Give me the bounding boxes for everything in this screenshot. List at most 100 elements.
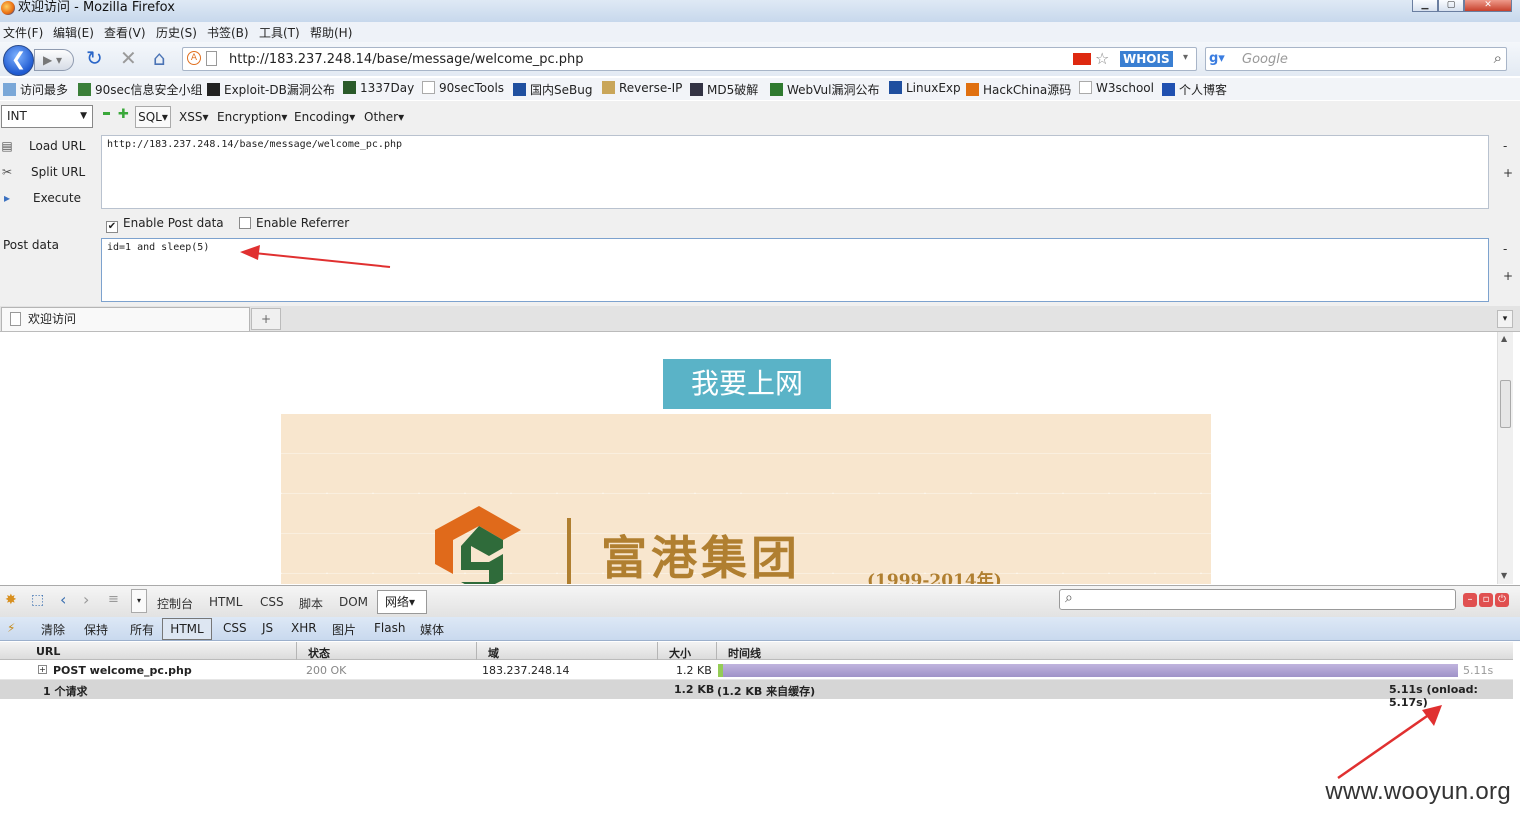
logo-divider xyxy=(567,518,571,584)
go-online-button[interactable]: 我要上网 xyxy=(663,359,831,409)
firebug-icon[interactable]: ✸ xyxy=(5,592,17,608)
forward-button[interactable]: ▶ ▾ xyxy=(34,49,74,71)
bookmark-linuxexp[interactable]: LinuxExp xyxy=(889,81,961,95)
encoding-menu[interactable]: Encoding▾ xyxy=(294,110,355,124)
list-icon[interactable]: ≡ xyxy=(108,592,119,607)
company-banner: 富港集团 (1999-2014年) xyxy=(281,414,1211,584)
tab-list-button[interactable]: ▾ xyxy=(1497,310,1513,328)
bookmark-blog[interactable]: 个人博客 xyxy=(1162,81,1227,98)
filter-css[interactable]: CSS xyxy=(223,621,247,635)
tab-css[interactable]: CSS xyxy=(260,595,284,609)
bookmark-most-visited[interactable]: 访问最多 xyxy=(3,81,68,98)
nav-back-icon[interactable]: ‹ xyxy=(60,590,66,609)
firebug-search-input[interactable]: ⌕ xyxy=(1059,589,1456,610)
tab-welcome[interactable]: 欢迎访问 xyxy=(1,307,250,331)
filter-flash[interactable]: Flash xyxy=(374,621,405,635)
annotation-arrow xyxy=(240,245,391,268)
scroll-down-icon[interactable]: ▼ xyxy=(1501,571,1507,580)
col-domain[interactable]: 域 xyxy=(488,645,499,661)
col-timeline[interactable]: 时间线 xyxy=(728,645,761,661)
menu-help[interactable]: 帮助(H) xyxy=(310,24,352,41)
scroll-up-icon[interactable]: ▲ xyxy=(1501,334,1507,343)
menu-file[interactable]: 文件(F) xyxy=(3,24,43,41)
addon-icon: A xyxy=(187,51,201,65)
load-url-button[interactable]: ▤ Load URL xyxy=(0,139,85,153)
filter-html[interactable]: HTML xyxy=(162,618,212,640)
bookmark-w3school[interactable]: W3school xyxy=(1079,81,1154,95)
firebug-minimize-button[interactable]: – xyxy=(1463,593,1477,607)
title-bar: 欢迎访问 - Mozilla Firefox ▁ ▢ ✕ xyxy=(0,0,1520,22)
xss-menu[interactable]: XSS▾ xyxy=(179,110,208,124)
filter-xhr[interactable]: XHR xyxy=(291,621,317,635)
tab-script[interactable]: 脚本 xyxy=(299,595,323,612)
col-url[interactable]: URL xyxy=(36,645,60,658)
filter-media[interactable]: 媒体 xyxy=(420,621,444,638)
tab-dom[interactable]: DOM xyxy=(339,595,368,609)
encryption-menu[interactable]: Encryption▾ xyxy=(217,110,287,124)
panel-menu-button[interactable]: ▾ xyxy=(131,589,147,613)
close-button[interactable]: ✕ xyxy=(1464,0,1512,12)
bookmark-reverse-ip[interactable]: Reverse-IP xyxy=(602,81,682,95)
menu-edit[interactable]: 编辑(E) xyxy=(53,24,94,41)
bookmark-90sectools[interactable]: 90secTools xyxy=(422,81,504,95)
firebug-close-button[interactable]: ⏻ xyxy=(1495,593,1509,607)
back-button[interactable]: ❮ xyxy=(3,45,34,76)
page-scrollbar[interactable]: ▲ ▼ xyxy=(1497,332,1513,584)
inspect-icon[interactable]: ⬚ xyxy=(31,592,44,608)
other-menu[interactable]: Other▾ xyxy=(364,110,404,124)
col-size[interactable]: 大小 xyxy=(669,645,691,661)
enable-post-checkbox[interactable]: ✔ Enable Post data xyxy=(106,216,224,233)
network-column-header: URL 状态 域 大小 时间线 xyxy=(0,642,1513,660)
execute-button[interactable]: ▸ Execute xyxy=(0,191,81,205)
minus-icon[interactable] xyxy=(103,112,110,115)
company-name: 富港集团 xyxy=(601,531,801,584)
bookmark-hackchina[interactable]: HackChina源码 xyxy=(966,81,1071,98)
google-icon[interactable]: g▾ xyxy=(1209,51,1225,66)
bookmark-1337day[interactable]: 1337Day xyxy=(343,81,414,95)
stop-icon[interactable]: ✕ xyxy=(120,47,137,69)
firebug-detach-button[interactable]: ▫ xyxy=(1479,593,1493,607)
menu-tools[interactable]: 工具(T) xyxy=(259,24,300,41)
filter-all[interactable]: 所有 xyxy=(130,621,154,638)
url-shrink-button[interactable]: - xyxy=(1503,139,1507,153)
col-status[interactable]: 状态 xyxy=(308,645,330,661)
post-shrink-button[interactable]: - xyxy=(1503,242,1507,256)
search-icon[interactable]: ⌕ xyxy=(1494,49,1502,67)
enable-referrer-checkbox[interactable]: Enable Referrer xyxy=(239,216,349,230)
reload-icon[interactable]: ↻ xyxy=(86,47,103,69)
expand-icon[interactable]: + xyxy=(38,665,47,674)
search-box[interactable]: g▾ Google ⌕ xyxy=(1205,47,1507,71)
filter-persist[interactable]: 保持 xyxy=(84,621,108,638)
menu-history[interactable]: 历史(S) xyxy=(156,24,197,41)
tab-console[interactable]: 控制台 xyxy=(157,595,193,612)
bookmark-exploitdb[interactable]: Exploit-DB漏洞公布 xyxy=(207,81,335,98)
maximize-button[interactable]: ▢ xyxy=(1438,0,1464,12)
split-url-button[interactable]: ✂ Split URL xyxy=(0,165,85,179)
bookmark-90sec[interactable]: 90sec信息安全小组 xyxy=(78,81,203,98)
whois-button[interactable]: WHOIS xyxy=(1120,51,1173,67)
type-select[interactable]: INT ▼ xyxy=(1,105,93,128)
tab-network[interactable]: 网络▾ xyxy=(377,590,427,614)
sql-menu[interactable]: SQL▾ xyxy=(135,106,171,128)
url-expand-button[interactable]: + xyxy=(1503,166,1513,180)
post-expand-button[interactable]: + xyxy=(1503,269,1513,283)
url-bar[interactable]: A http://183.237.248.14/base/message/wel… xyxy=(182,47,1197,71)
scroll-thumb[interactable] xyxy=(1500,380,1511,428)
bookmark-webvul[interactable]: WebVul漏洞公布 xyxy=(770,81,880,98)
home-icon[interactable]: ⌂ xyxy=(153,47,166,69)
filter-js[interactable]: JS xyxy=(262,621,273,635)
menu-bookmarks[interactable]: 书签(B) xyxy=(207,24,249,41)
url-textarea[interactable]: http://183.237.248.14/base/message/welco… xyxy=(101,135,1489,209)
nav-forward-icon[interactable]: › xyxy=(83,590,89,609)
menu-view[interactable]: 查看(V) xyxy=(104,24,146,41)
filter-clear[interactable]: 清除 xyxy=(41,621,65,638)
tab-html[interactable]: HTML xyxy=(209,595,242,609)
minimize-button[interactable]: ▁ xyxy=(1412,0,1438,12)
star-icon[interactable]: ☆ xyxy=(1095,49,1109,68)
bookmark-md5[interactable]: MD5破解 xyxy=(690,81,758,98)
bookmark-sebug[interactable]: 国内SeBug xyxy=(513,81,592,98)
plus-icon[interactable]: ✚ xyxy=(118,107,129,122)
filter-images[interactable]: 图片 xyxy=(332,621,356,638)
new-tab-button[interactable]: + xyxy=(251,308,281,330)
dropdown-icon[interactable]: ▾ xyxy=(1183,52,1188,63)
